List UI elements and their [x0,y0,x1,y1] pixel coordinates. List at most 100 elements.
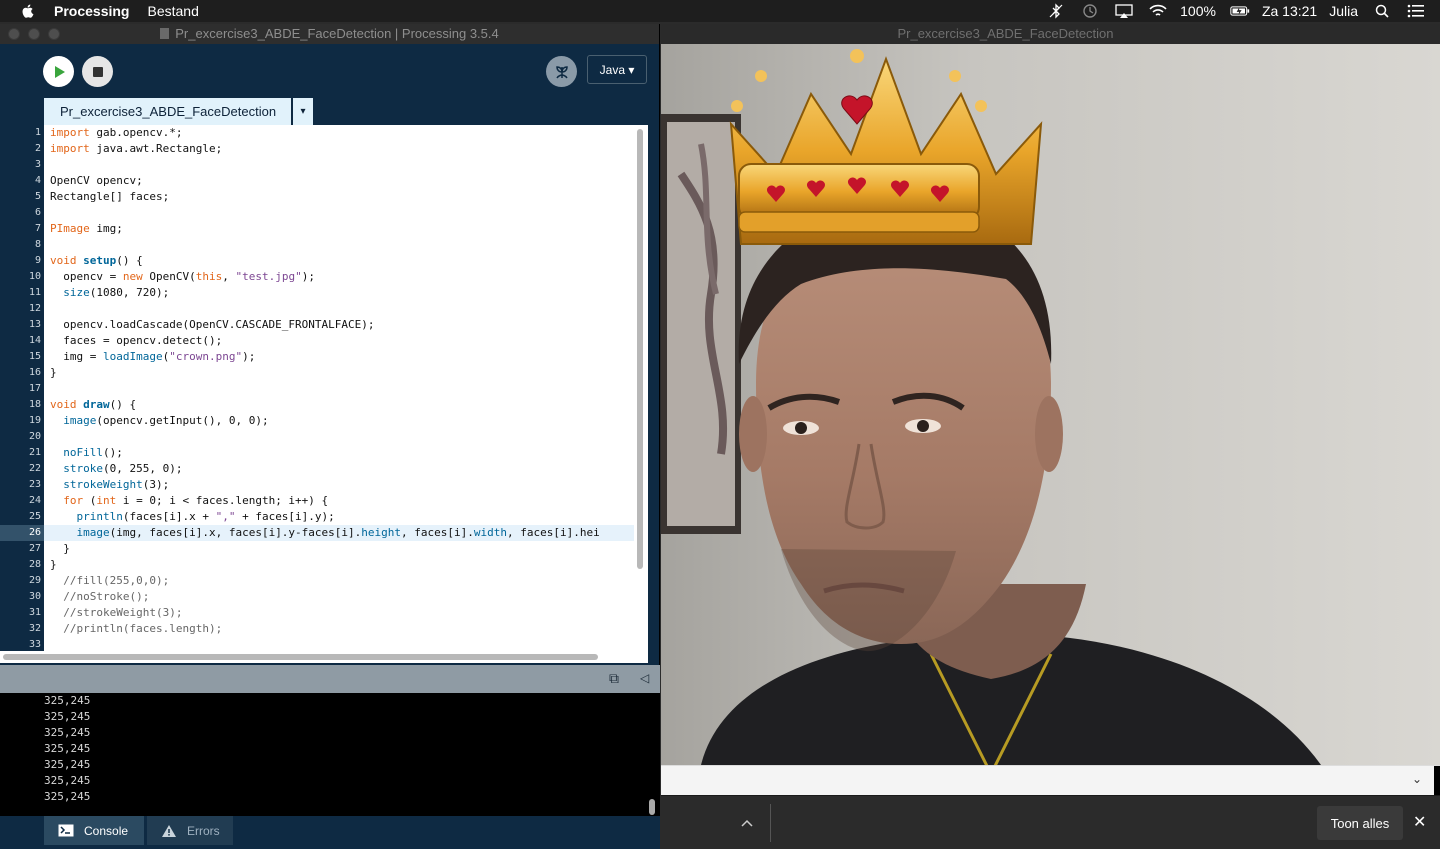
code-line[interactable]: for (int i = 0; i < faces.length; i++) { [44,493,634,509]
spotlight-search-icon[interactable] [1372,3,1392,19]
line-number: 18 [28,399,41,410]
debug-button[interactable] [546,56,577,87]
line-number: 9 [34,255,41,266]
time-machine-icon[interactable] [1080,3,1100,19]
line-number: 19 [28,415,41,426]
status-area: 100% Za 13:21 Julia [1032,0,1426,22]
code-line[interactable]: //noStroke(); [44,589,634,605]
line-number: 12 [28,303,41,314]
console-line: 325,245 [44,710,91,723]
wifi-icon[interactable] [1148,3,1168,19]
line-number: 25 [28,511,41,522]
zoom-window-button[interactable] [48,28,60,40]
menu-file[interactable]: Bestand [147,3,198,19]
vertical-scrollbar[interactable] [634,125,648,655]
code-text-area[interactable]: import gab.opencv.*; import java.awt.Rect… [44,125,634,655]
code-line[interactable]: stroke(0, 255, 0); [44,461,634,477]
code-line[interactable]: println(faces[i].x + "," + faces[i].y); [44,509,634,525]
line-number: 17 [28,383,41,394]
editor-window-title: Pr_excercise3_ABDE_FaceDetection | Proce… [175,26,499,41]
code-line[interactable]: } [44,541,634,557]
console-output[interactable]: 325,245 325,245 325,245 325,245 325,245 325,2… [0,693,660,816]
line-number: 21 [28,447,41,458]
run-button[interactable] [43,56,74,87]
code-line[interactable] [44,205,634,221]
menu-bar: Processing Bestand 100% Za 13:21 Julia [0,0,1440,22]
tab-errors[interactable]: Errors [147,816,233,845]
code-line[interactable]: strokeWeight(3); [44,477,634,493]
line-number-gutter: 1 2 3 4 5 6 7 8 9 10 11 12 13 14 15 16 17 18 19 20 21 22 23 24 2… [0,125,44,655]
code-line[interactable]: noFill(); [44,445,634,461]
tab-sketch-main[interactable]: Pr_excercise3_ABDE_FaceDetection [44,98,291,125]
airplay-icon[interactable] [1114,3,1134,19]
copy-console-icon[interactable]: ⧉ [609,670,619,687]
notification-center-icon[interactable] [1406,3,1426,19]
battery-percent: 100% [1180,3,1216,19]
code-line[interactable]: //println(faces.length); [44,621,634,637]
bluetooth-off-icon[interactable] [1046,3,1066,19]
code-line[interactable]: void setup() { [44,253,634,269]
code-line[interactable]: opencv.loadCascade(OpenCV.CASCADE_FRONTA… [44,317,634,333]
clock[interactable]: Za 13:21 [1262,3,1317,19]
code-line[interactable]: //fill(255,0,0); [44,573,634,589]
line-number: 20 [28,431,41,442]
minimize-window-button[interactable] [28,28,40,40]
show-all-button[interactable]: Toon alles [1317,806,1403,840]
line-number: 8 [34,239,41,250]
code-line[interactable]: Rectangle[] faces; [44,189,634,205]
tab-menu-button[interactable]: ▾ [293,98,313,125]
line-number: 24 [28,495,41,506]
divider [770,804,771,842]
code-line[interactable]: size(1080, 720); [44,285,634,301]
code-line[interactable]: PImage img; [44,221,634,237]
user-menu[interactable]: Julia [1329,3,1358,19]
line-number: 4 [34,175,41,186]
line-number: 15 [28,351,41,362]
battery-charging-icon[interactable] [1230,3,1250,19]
console-tabs: Console Errors [0,816,660,849]
console-line: 325,245 [44,790,91,803]
code-line[interactable] [44,237,634,253]
app-menu[interactable]: Processing [54,3,129,19]
code-line[interactable]: import gab.opencv.*; [44,125,634,141]
code-line[interactable] [44,429,634,445]
console-scrollbar[interactable] [649,799,655,815]
code-line[interactable]: faces = opencv.detect(); [44,333,634,349]
line-number: 11 [28,287,41,298]
code-line[interactable]: void draw() { [44,397,634,413]
line-number: 28 [28,559,41,570]
code-line[interactable] [44,301,634,317]
line-number: 26 [0,525,44,541]
code-line[interactable]: import java.awt.Rectangle; [44,141,634,157]
apple-menu-icon[interactable] [20,3,36,19]
code-line[interactable]: //strokeWeight(3); [44,605,634,621]
close-download-bar-icon[interactable]: ✕ [1413,812,1426,832]
code-line[interactable]: image(opencv.getInput(), 0, 0); [44,413,634,429]
tab-console-label: Console [84,823,129,838]
tab-console[interactable]: Console [44,816,144,845]
code-line[interactable]: img = loadImage("crown.png"); [44,349,634,365]
chevron-up-icon[interactable] [741,814,753,830]
line-number: 2 [34,143,41,154]
collapse-console-icon[interactable]: ◁ [640,671,649,685]
chevron-down-icon[interactable]: ⌄ [1412,772,1422,786]
code-line[interactable] [44,157,634,173]
play-icon [54,65,65,78]
code-editor[interactable]: 1 2 3 4 5 6 7 8 9 10 11 12 13 14 15 16 17 18 19 20 21 22 23 24 2… [0,125,660,655]
code-line[interactable]: image(img, faces[i].x, faces[i].y-faces[… [44,525,634,541]
console-header-bar: ⧉ ◁ [0,665,660,693]
horizontal-scrollbar[interactable] [0,651,648,663]
line-number: 7 [34,223,41,234]
stop-button[interactable] [82,56,113,87]
code-line[interactable]: } [44,365,634,381]
code-line[interactable] [44,381,634,397]
code-line[interactable]: } [44,557,634,573]
code-line[interactable]: OpenCV opencv; [44,173,634,189]
close-window-button[interactable] [8,28,20,40]
console-line: 325,245 [44,774,91,787]
line-number: 13 [28,319,41,330]
code-line[interactable]: opencv = new OpenCV(this, "test.jpg"); [44,269,634,285]
mode-selector[interactable]: Java ▾ [587,55,647,84]
line-number: 32 [28,623,41,634]
line-number: 16 [28,367,41,378]
